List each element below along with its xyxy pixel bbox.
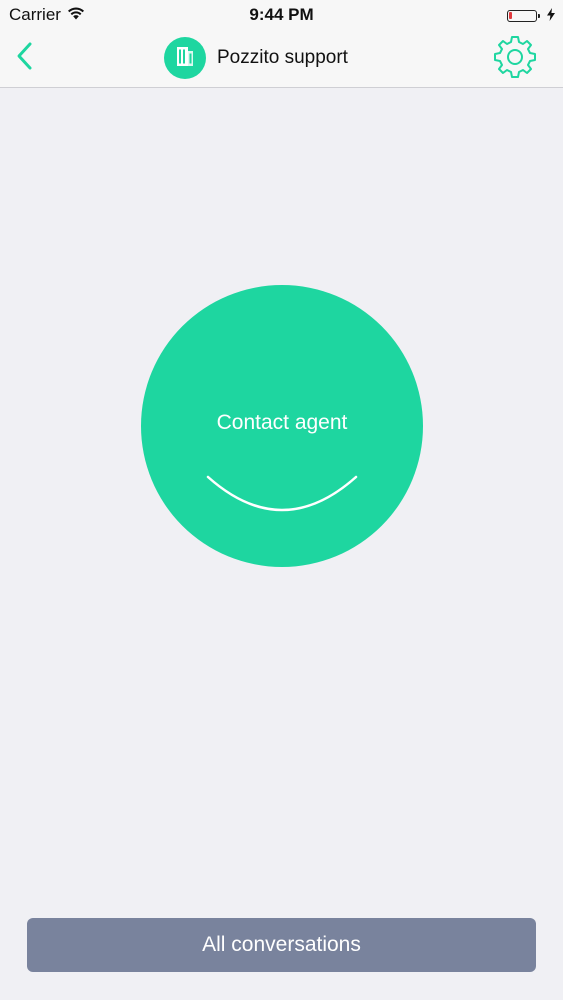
nav-title-group: Pozzito support bbox=[164, 37, 348, 79]
status-right bbox=[507, 6, 555, 26]
charging-bolt-icon bbox=[547, 6, 555, 26]
status-bar: Carrier 9:44 PM bbox=[0, 0, 563, 30]
status-time: 9:44 PM bbox=[249, 5, 314, 24]
all-conversations-button[interactable]: All conversations bbox=[27, 918, 536, 972]
contact-agent-button[interactable]: Contact agent bbox=[141, 285, 423, 567]
back-button[interactable] bbox=[8, 39, 42, 77]
settings-button[interactable] bbox=[493, 35, 537, 84]
building-icon bbox=[174, 44, 196, 73]
page-title: Pozzito support bbox=[217, 47, 348, 68]
battery-icon bbox=[507, 10, 540, 22]
company-avatar bbox=[164, 37, 206, 79]
nav-bar: Pozzito support bbox=[0, 30, 563, 88]
battery-level bbox=[509, 12, 512, 19]
chevron-left-icon bbox=[15, 41, 35, 76]
all-conversations-label: All conversations bbox=[202, 933, 361, 956]
smile-icon bbox=[205, 473, 359, 520]
gear-icon bbox=[493, 35, 537, 84]
contact-agent-label: Contact agent bbox=[216, 411, 348, 434]
